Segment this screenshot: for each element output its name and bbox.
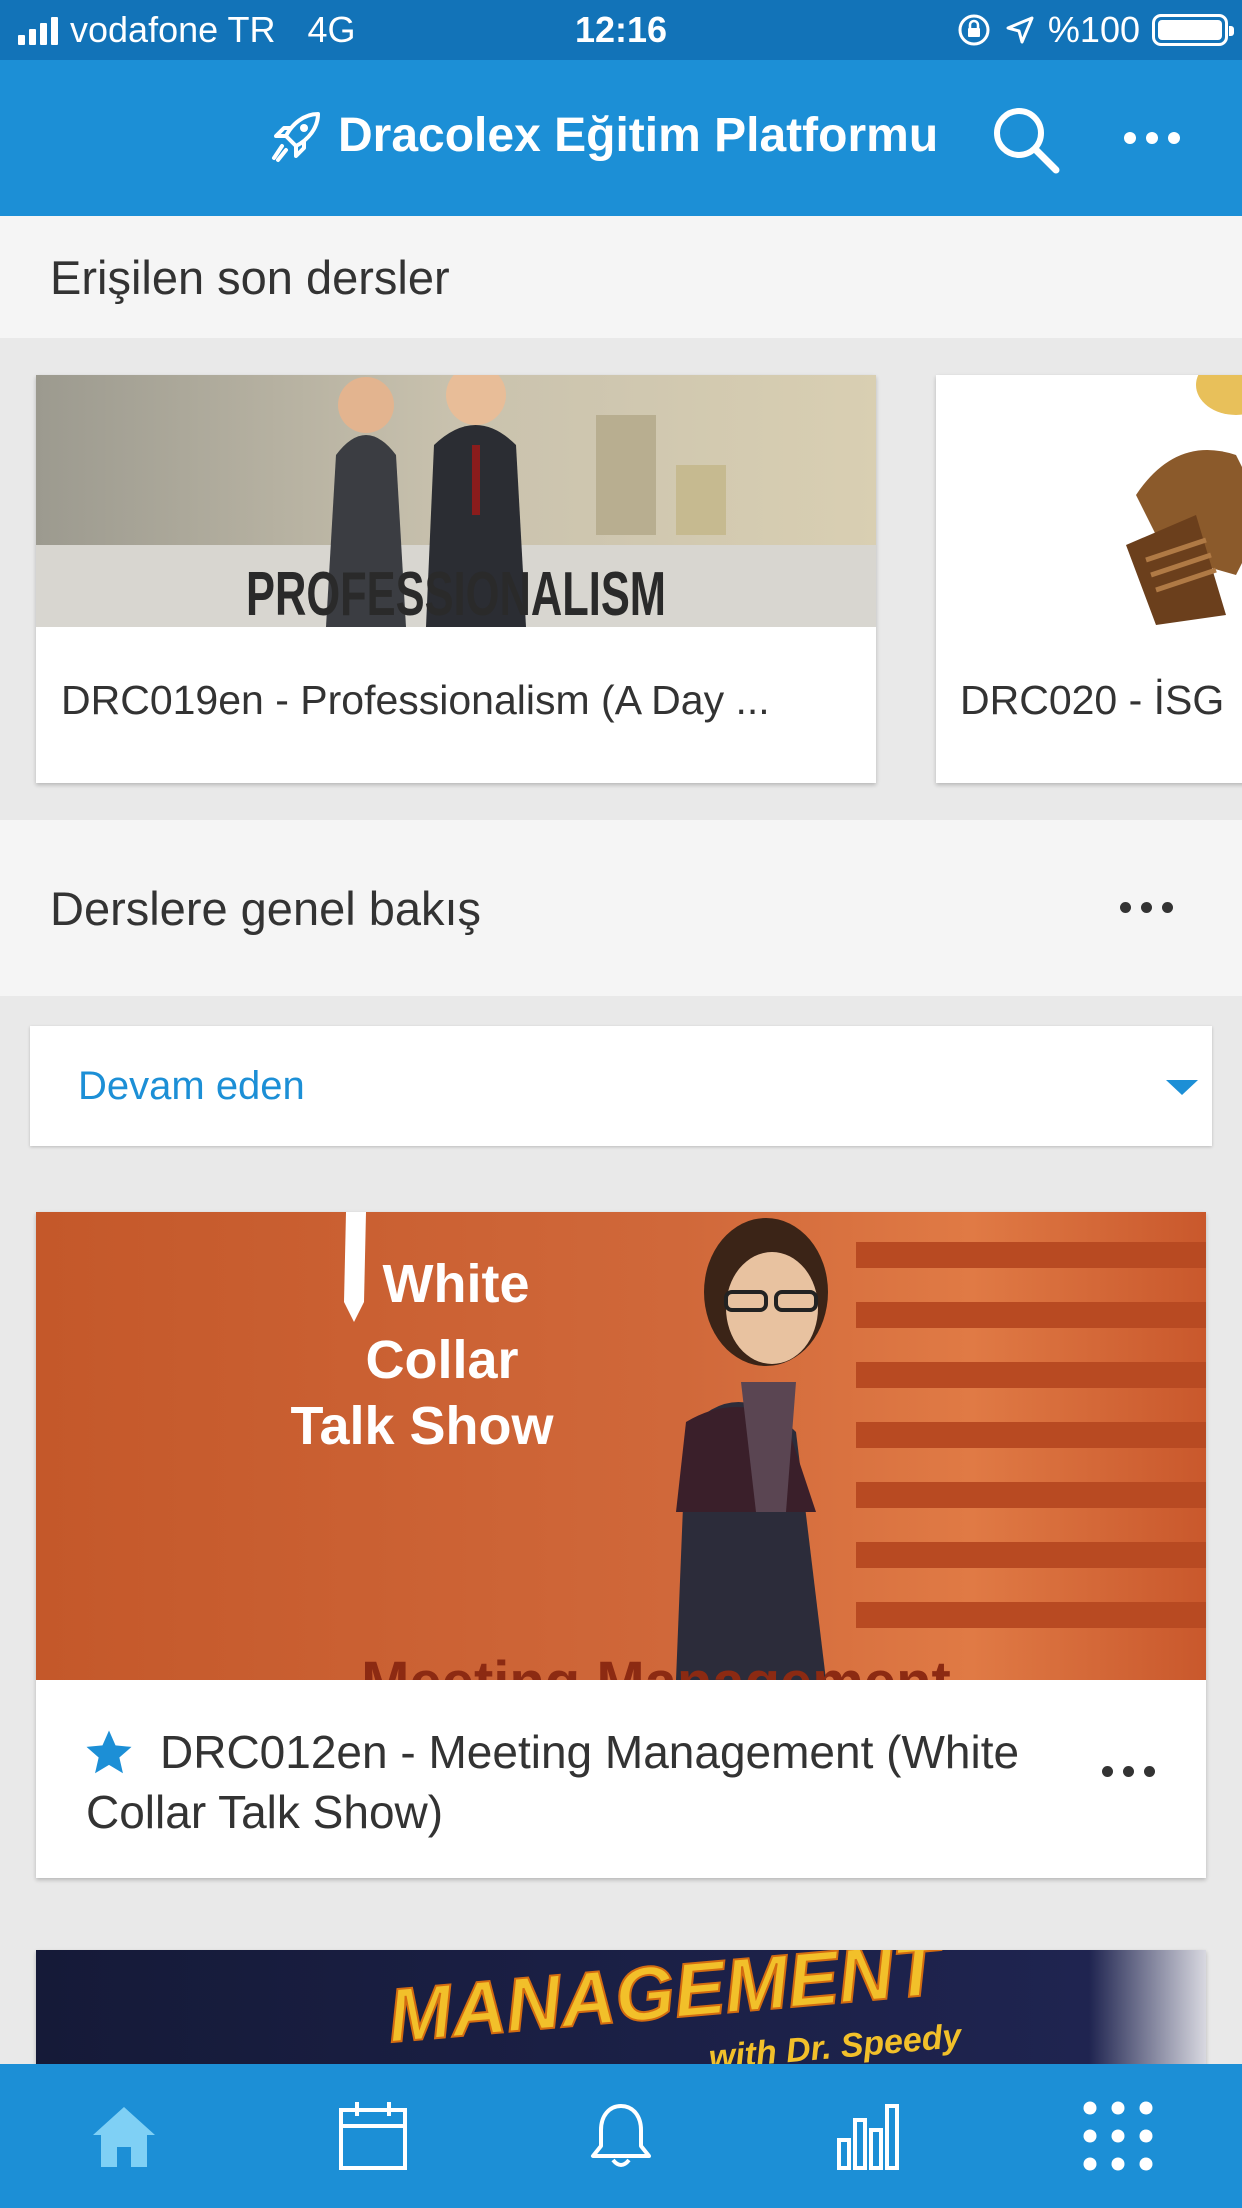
course-more-icon[interactable]: [1102, 1766, 1155, 1777]
thumbnail-text: Talk Show: [290, 1396, 554, 1456]
recent-course-title: DRC020 - İSG: [960, 677, 1225, 723]
home-icon: [93, 2107, 156, 2167]
overview-heading: Derslere genel bakış: [50, 881, 482, 935]
more-icon[interactable]: [1120, 116, 1184, 160]
app-bar: Dracolex Eğitim Platformu: [0, 60, 1242, 216]
rotation-lock-icon: [958, 14, 990, 46]
recent-courses-header: Erişilen son dersler: [0, 216, 1242, 338]
status-bar: vodafone TR 4G 12:16 %100: [0, 0, 1242, 60]
calendar-icon: [338, 2102, 407, 2170]
course-thumbnail: White Collar Talk Show Meeting Managemen…: [36, 1212, 1206, 1680]
app-title: Dracolex Eğitim Platformu: [338, 108, 939, 162]
overview-more-icon[interactable]: [1120, 902, 1173, 913]
search-icon[interactable]: [988, 102, 1064, 178]
battery-label: %100: [1047, 9, 1140, 50]
nav-home[interactable]: [0, 2064, 248, 2208]
bottom-nav: [0, 2064, 1242, 2208]
nav-more[interactable]: [994, 2064, 1242, 2208]
app-title-group: Dracolex Eğitim Platformu: [268, 106, 938, 164]
bar-chart-icon: [837, 2104, 900, 2170]
battery-icon: [1152, 14, 1234, 46]
recent-course-title: DRC019en - Professionalism (A Day ...: [61, 677, 770, 723]
nav-calendar[interactable]: [248, 2064, 496, 2208]
course-filter-select[interactable]: Devam eden: [30, 1026, 1212, 1146]
course-card[interactable]: White Collar Talk Show Meeting Managemen…: [36, 1212, 1206, 1878]
recent-course-card[interactable]: PROFESSIONALISM DRC019en - Professionali…: [36, 375, 876, 783]
thumbnail-text: Meeting Management: [361, 1650, 951, 1680]
recent-course-card[interactable]: DRC020 - İSG: [936, 375, 1242, 783]
recent-courses-heading: Erişilen son dersler: [50, 250, 450, 304]
course-title: DRC012en - Meeting Management (White Col…: [86, 1726, 1020, 1838]
nav-notifications[interactable]: [497, 2064, 745, 2208]
location-icon: [1006, 16, 1034, 44]
rocket-icon: [272, 112, 320, 162]
course-thumbnail: PROFESSIONALISM: [36, 375, 876, 627]
thumbnail-text: Collar: [365, 1330, 518, 1390]
overview-header: Derslere genel bakış: [0, 820, 1242, 996]
course-thumbnail: [936, 375, 1242, 627]
bell-icon: [591, 2104, 652, 2167]
nav-grades[interactable]: [745, 2064, 993, 2208]
chevron-down-icon: [1166, 1080, 1198, 1095]
status-right: %100: [956, 9, 1234, 51]
course-filter-value: Devam eden: [78, 1064, 305, 1108]
thumbnail-text: PROFESSIONALISM: [246, 560, 666, 627]
thumbnail-text: White: [383, 1254, 530, 1314]
grid-icon: [1083, 2101, 1153, 2171]
